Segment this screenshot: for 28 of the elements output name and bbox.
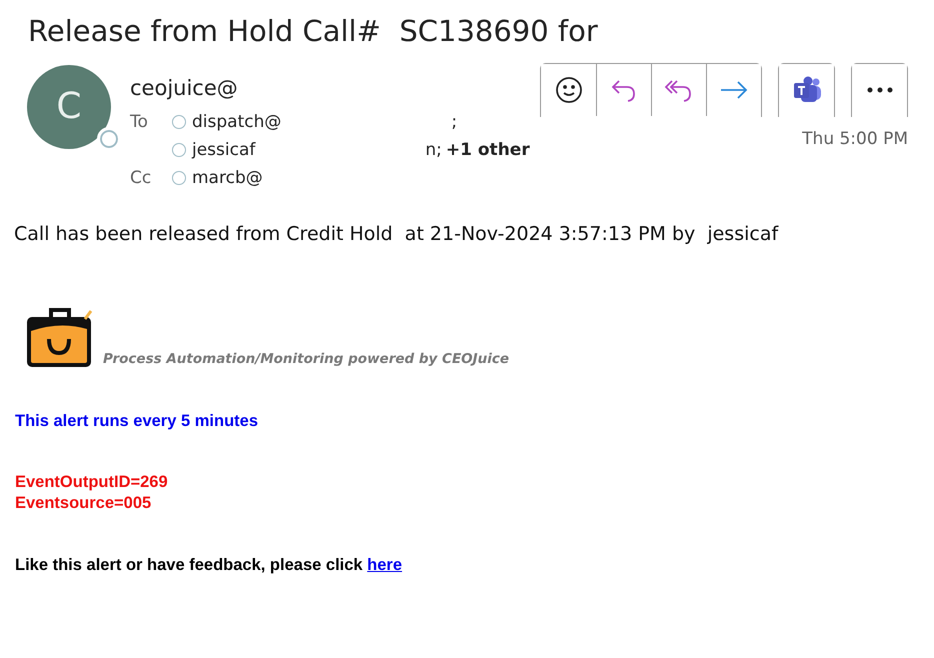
sender-avatar[interactable]: C [27, 64, 111, 149]
email-subject: Release from Hold Call# SC138690 for [27, 13, 599, 49]
presence-icon [172, 171, 186, 186]
presence-icon [172, 143, 186, 158]
message-text: Call has been released from Credit Hold at 21-Nov-2024 3:57:13 PM by jessicaf [13, 222, 780, 248]
feedback-link[interactable]: here [367, 556, 402, 574]
more-recipients-link[interactable]: +1 other [446, 138, 530, 164]
briefcase-logo [25, 306, 95, 369]
presence-icon [172, 115, 186, 130]
event-line: EventOutputID=269 [15, 472, 169, 493]
recipient-label: To [130, 110, 149, 134]
forward-icon [719, 80, 749, 100]
recipient-name[interactable]: dispatch@ [192, 110, 282, 136]
recipient-tail: n; [425, 138, 442, 162]
schedule-note: This alert runs every 5 minutes [14, 410, 260, 432]
sender-name[interactable]: ceojuice@ [130, 72, 530, 104]
forward-button[interactable] [706, 64, 761, 116]
more-icon [866, 86, 894, 94]
smiley-icon [554, 76, 582, 104]
recipient-label: Cc [130, 166, 152, 190]
recipient-name[interactable]: jessicaf [192, 138, 256, 164]
sent-time: Thu 5:00 PM [801, 128, 908, 151]
recipient-tail: ; [451, 110, 458, 134]
feedback-text: Like this alert or have feedback, please click here [14, 555, 404, 576]
recipient-name[interactable]: marcb@ [192, 166, 263, 192]
teams-icon [792, 76, 822, 104]
powered-by-caption: Process Automation/Monitoring powered by CEOJuice [103, 350, 510, 369]
event-line: Eventsource=005 [15, 492, 152, 514]
